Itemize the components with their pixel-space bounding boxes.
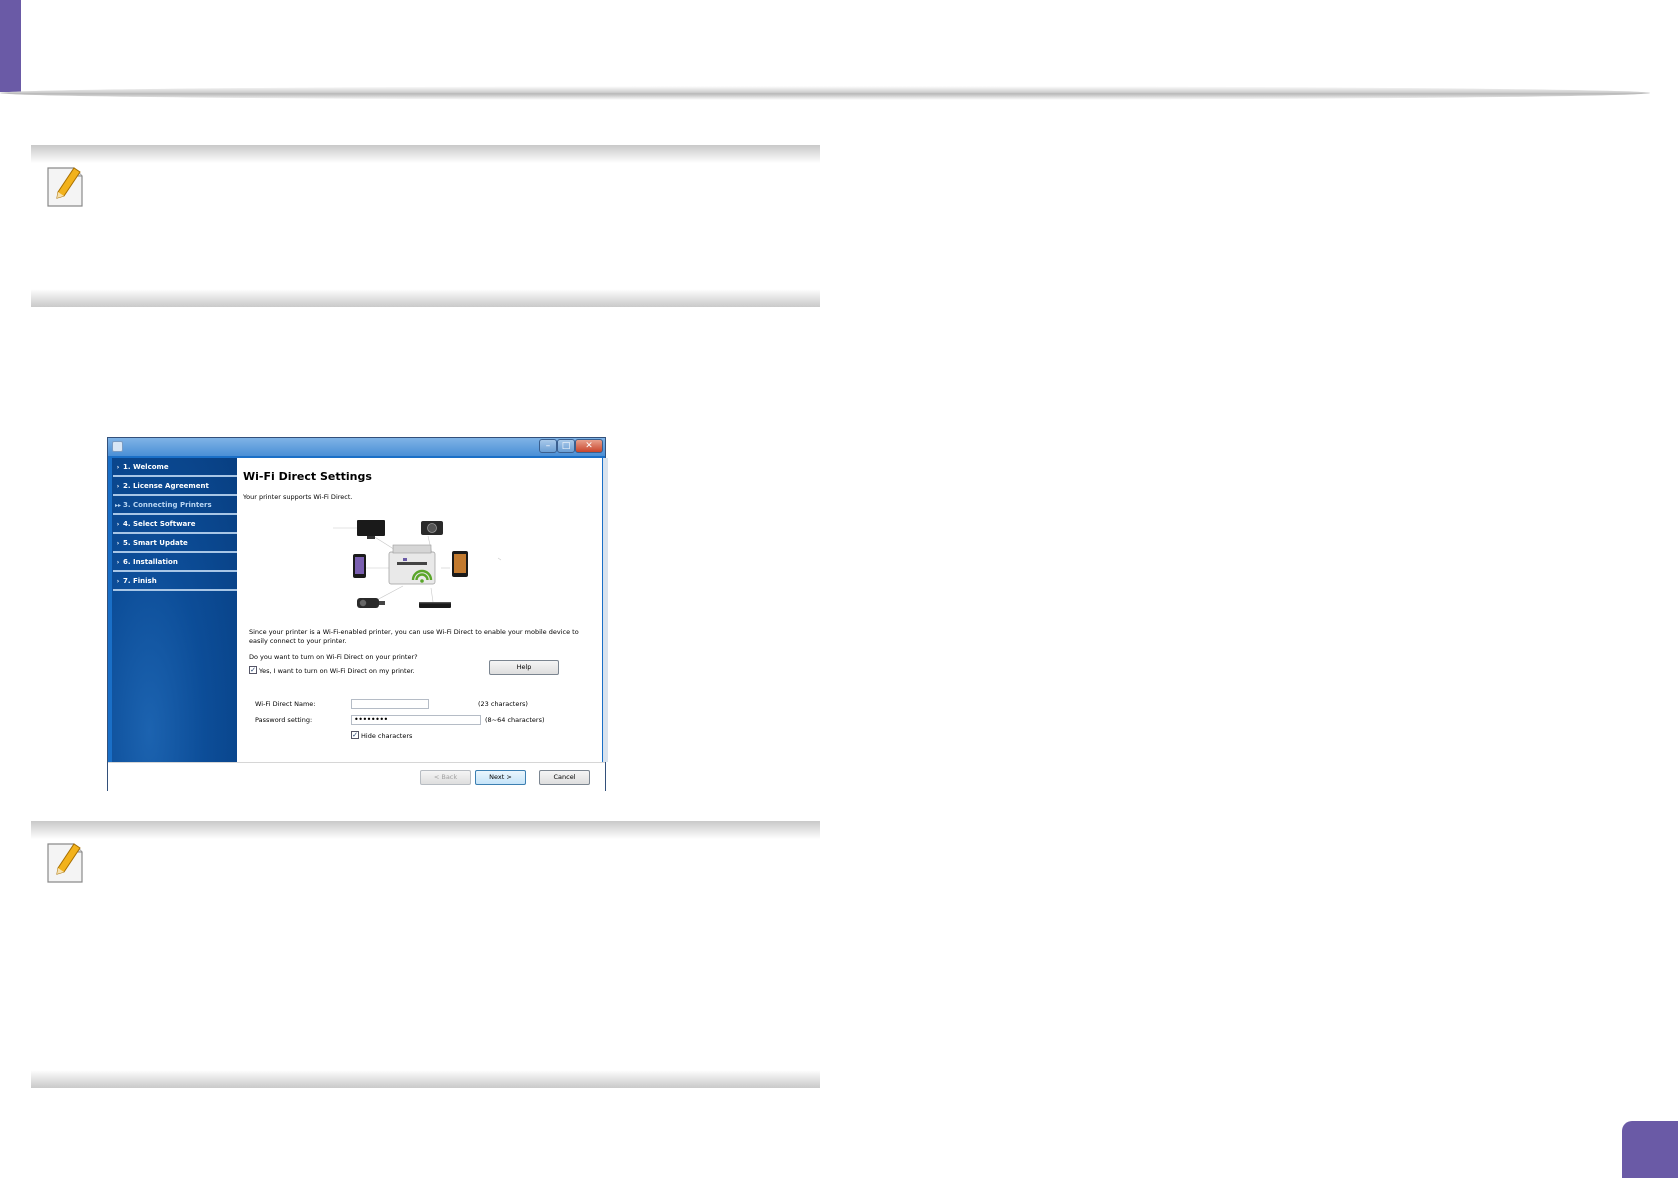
help-button[interactable]: Help [489,660,559,675]
name-label: Wi-Fi Direct Name: [255,700,316,708]
note-bottom-bar [31,1070,820,1088]
maximize-button[interactable]: □ [557,439,575,453]
step-connecting-printers: ▸▸ 3. Connecting Printers [113,498,237,515]
step-label: 1. Welcome [123,463,169,471]
note-top-bar [31,145,820,163]
enable-checkbox-label: Yes, I want to turn on Wi-Fi Direct on m… [259,667,415,675]
steps-panel: › 1. Welcome › 2. License Agreement ▸▸ 3. C… [112,458,237,762]
note-pencil-icon [47,167,83,207]
enable-wifi-direct-checkbox[interactable]: ✓ [249,666,257,674]
dialog-titlebar: – □ ✕ [108,438,605,456]
next-button[interactable]: Next > [475,770,526,785]
chevron-right-icon: › [116,521,120,528]
note-pencil-icon [47,843,83,883]
dialog-subtitle: Your printer supports Wi-Fi Direct. [243,493,353,501]
double-arrow-icon: ▸▸ [114,502,122,509]
dialog-content: Wi-Fi Direct Settings Your printer suppo… [237,458,608,762]
dialog-footer: < Back Next > Cancel [108,762,605,793]
minimize-button[interactable]: – [539,439,557,453]
dialog-title: Wi-Fi Direct Settings [243,470,372,483]
step-label: 2. License Agreement [123,482,209,490]
chevron-right-icon: › [116,578,120,585]
step-label: 4. Select Software [123,520,196,528]
wifi-direct-devices-illustration [333,520,502,608]
installer-dialog: – □ ✕ › 1. Welcome › 2. License Agreement … [107,437,608,793]
close-button[interactable]: ✕ [575,439,603,453]
hide-characters-label: Hide characters [361,732,413,740]
step-select-software: › 4. Select Software [113,517,237,534]
page-number-badge [1622,1121,1678,1178]
question-text: Do you want to turn on Wi-Fi Direct on y… [249,653,418,661]
chapter-tab [0,0,21,92]
app-icon [112,441,123,452]
chevron-right-icon: › [116,540,120,547]
chevron-right-icon: › [116,464,120,471]
cancel-button[interactable]: Cancel [539,770,590,785]
password-label: Password setting: [255,716,313,724]
step-license: › 2. License Agreement [113,479,237,496]
note-bottom-bar [31,289,820,307]
back-button[interactable]: < Back [420,770,471,785]
name-hint: (23 characters) [478,700,528,708]
note-top-bar [31,821,820,839]
step-welcome: › 1. Welcome [113,460,237,477]
step-label: 6. Installation [123,558,178,566]
scrollbar[interactable] [603,458,608,762]
step-finish: › 7. Finish [113,574,237,591]
step-label: 5. Smart Update [123,539,188,547]
step-label: 7. Finish [123,577,157,585]
step-installation: › 6. Installation [113,555,237,572]
description-line-2: easily connect to your printer. [249,637,347,645]
password-hint: (8~64 characters) [485,716,545,724]
step-smart-update: › 5. Smart Update [113,536,237,553]
chevron-right-icon: › [116,559,120,566]
step-label: 3. Connecting Printers [123,501,212,509]
header-rule [0,86,1650,100]
chevron-right-icon: › [116,483,120,490]
wifi-direct-name-input[interactable] [351,699,429,709]
description-line-1: Since your printer is a Wi-Fi-enabled pr… [249,628,579,636]
hide-characters-checkbox[interactable]: ✓ [351,731,359,739]
password-input[interactable]: •••••••• [351,715,481,725]
